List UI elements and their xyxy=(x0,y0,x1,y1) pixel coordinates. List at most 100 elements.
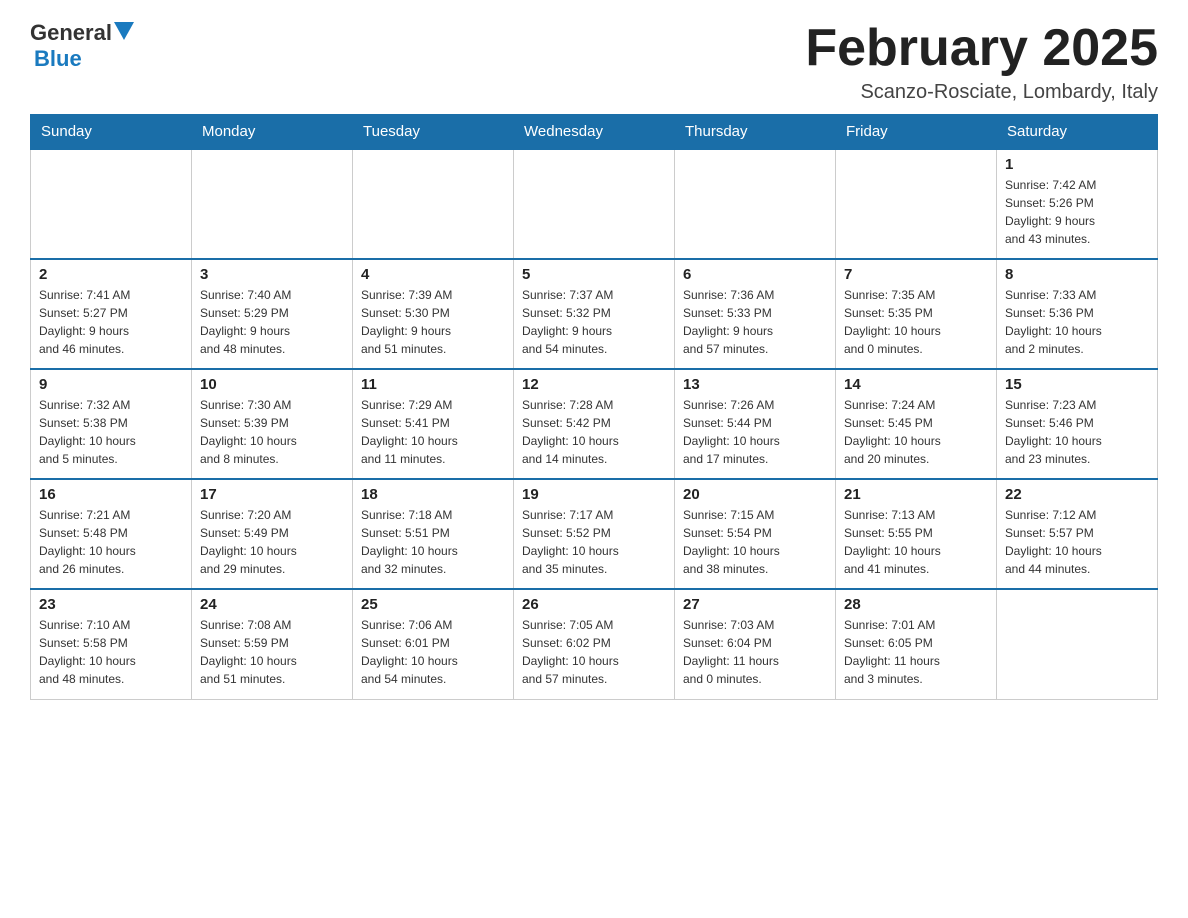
day-number: 27 xyxy=(683,596,827,613)
calendar-day-cell: 17 Sunrise: 7:20 AM Sunset: 5:49 PM Dayli… xyxy=(192,479,353,589)
day-info: Sunrise: 7:20 AM Sunset: 5:49 PM Dayligh… xyxy=(200,506,344,578)
day-info: Sunrise: 7:01 AM Sunset: 6:05 PM Dayligh… xyxy=(844,616,988,688)
logo: General Blue xyxy=(30,20,134,72)
day-number: 7 xyxy=(844,266,988,283)
title-block: February 2025 Scanzo-Rosciate, Lombardy,… xyxy=(805,20,1158,104)
day-number: 13 xyxy=(683,376,827,393)
day-number: 17 xyxy=(200,486,344,503)
day-info: Sunrise: 7:12 AM Sunset: 5:57 PM Dayligh… xyxy=(1005,506,1149,578)
day-number: 22 xyxy=(1005,486,1149,503)
calendar-day-cell: 16Sunrise: 7:21 AM Sunset: 5:48 PM Dayli… xyxy=(31,479,192,589)
calendar-day-cell: 1 Sunrise: 7:42 AM Sunset: 5:26 PM Daylig… xyxy=(997,149,1158,259)
calendar-day-cell: 28 Sunrise: 7:01 AM Sunset: 6:05 PM Dayli… xyxy=(836,589,997,699)
calendar-day-cell: 26 Sunrise: 7:05 AM Sunset: 6:02 PM Dayli… xyxy=(514,589,675,699)
page-header: General Blue February 2025 Scanzo-Roscia… xyxy=(30,20,1158,104)
day-number: 8 xyxy=(1005,266,1149,283)
calendar-day-cell: 21 Sunrise: 7:13 AM Sunset: 5:55 PM Dayli… xyxy=(836,479,997,589)
calendar-day-cell xyxy=(192,149,353,259)
day-info: Sunrise: 7:13 AM Sunset: 5:55 PM Dayligh… xyxy=(844,506,988,578)
calendar-day-cell: 2 Sunrise: 7:41 AM Sunset: 5:27 PM Daylig… xyxy=(31,259,192,369)
day-number: 16 xyxy=(39,486,183,503)
calendar-day-cell: 3Sunrise: 7:40 AM Sunset: 5:29 PM Daylig… xyxy=(192,259,353,369)
calendar-day-cell xyxy=(836,149,997,259)
calendar-day-cell: 9 Sunrise: 7:32 AM Sunset: 5:38 PM Daylig… xyxy=(31,369,192,479)
calendar-weekday-header: Wednesday xyxy=(514,115,675,150)
day-info: Sunrise: 7:37 AM Sunset: 5:32 PM Dayligh… xyxy=(522,286,666,358)
day-number: 28 xyxy=(844,596,988,613)
calendar-week-row: 1 Sunrise: 7:42 AM Sunset: 5:26 PM Daylig… xyxy=(31,149,1158,259)
day-info: Sunrise: 7:05 AM Sunset: 6:02 PM Dayligh… xyxy=(522,616,666,688)
calendar-week-row: 16Sunrise: 7:21 AM Sunset: 5:48 PM Dayli… xyxy=(31,479,1158,589)
day-number: 26 xyxy=(522,596,666,613)
day-info: Sunrise: 7:42 AM Sunset: 5:26 PM Dayligh… xyxy=(1005,176,1149,248)
day-number: 21 xyxy=(844,486,988,503)
day-info: Sunrise: 7:15 AM Sunset: 5:54 PM Dayligh… xyxy=(683,506,827,578)
calendar-day-cell xyxy=(675,149,836,259)
day-info: Sunrise: 7:33 AM Sunset: 5:36 PM Dayligh… xyxy=(1005,286,1149,358)
day-info: Sunrise: 7:17 AM Sunset: 5:52 PM Dayligh… xyxy=(522,506,666,578)
calendar-week-row: 9 Sunrise: 7:32 AM Sunset: 5:38 PM Daylig… xyxy=(31,369,1158,479)
calendar-day-cell: 11 Sunrise: 7:29 AM Sunset: 5:41 PM Dayli… xyxy=(353,369,514,479)
day-info: Sunrise: 7:35 AM Sunset: 5:35 PM Dayligh… xyxy=(844,286,988,358)
calendar-weekday-header: Monday xyxy=(192,115,353,150)
calendar-day-cell: 24 Sunrise: 7:08 AM Sunset: 5:59 PM Dayli… xyxy=(192,589,353,699)
day-info: Sunrise: 7:10 AM Sunset: 5:58 PM Dayligh… xyxy=(39,616,183,688)
day-info: Sunrise: 7:29 AM Sunset: 5:41 PM Dayligh… xyxy=(361,396,505,468)
day-number: 18 xyxy=(361,486,505,503)
day-info: Sunrise: 7:26 AM Sunset: 5:44 PM Dayligh… xyxy=(683,396,827,468)
day-info: Sunrise: 7:08 AM Sunset: 5:59 PM Dayligh… xyxy=(200,616,344,688)
day-info: Sunrise: 7:28 AM Sunset: 5:42 PM Dayligh… xyxy=(522,396,666,468)
day-number: 6 xyxy=(683,266,827,283)
calendar-day-cell xyxy=(31,149,192,259)
calendar-weekday-header: Friday xyxy=(836,115,997,150)
logo-triangle-icon xyxy=(114,22,134,40)
calendar-weekday-header: Thursday xyxy=(675,115,836,150)
day-number: 4 xyxy=(361,266,505,283)
calendar-day-cell: 20 Sunrise: 7:15 AM Sunset: 5:54 PM Dayli… xyxy=(675,479,836,589)
logo-general-text: General xyxy=(30,20,112,46)
calendar-day-cell: 10Sunrise: 7:30 AM Sunset: 5:39 PM Dayli… xyxy=(192,369,353,479)
calendar-weekday-header: Saturday xyxy=(997,115,1158,150)
calendar-table: SundayMondayTuesdayWednesdayThursdayFrid… xyxy=(30,114,1158,700)
calendar-day-cell: 6 Sunrise: 7:36 AM Sunset: 5:33 PM Daylig… xyxy=(675,259,836,369)
day-number: 11 xyxy=(361,376,505,393)
calendar-header-row: SundayMondayTuesdayWednesdayThursdayFrid… xyxy=(31,115,1158,150)
day-info: Sunrise: 7:41 AM Sunset: 5:27 PM Dayligh… xyxy=(39,286,183,358)
day-info: Sunrise: 7:39 AM Sunset: 5:30 PM Dayligh… xyxy=(361,286,505,358)
day-info: Sunrise: 7:23 AM Sunset: 5:46 PM Dayligh… xyxy=(1005,396,1149,468)
calendar-day-cell: 14Sunrise: 7:24 AM Sunset: 5:45 PM Dayli… xyxy=(836,369,997,479)
calendar-weekday-header: Sunday xyxy=(31,115,192,150)
location-subtitle: Scanzo-Rosciate, Lombardy, Italy xyxy=(805,81,1158,104)
calendar-day-cell: 25 Sunrise: 7:06 AM Sunset: 6:01 PM Dayli… xyxy=(353,589,514,699)
day-number: 23 xyxy=(39,596,183,613)
calendar-day-cell: 22 Sunrise: 7:12 AM Sunset: 5:57 PM Dayli… xyxy=(997,479,1158,589)
day-number: 10 xyxy=(200,376,344,393)
day-number: 9 xyxy=(39,376,183,393)
day-number: 25 xyxy=(361,596,505,613)
calendar-day-cell: 19Sunrise: 7:17 AM Sunset: 5:52 PM Dayli… xyxy=(514,479,675,589)
day-info: Sunrise: 7:24 AM Sunset: 5:45 PM Dayligh… xyxy=(844,396,988,468)
day-info: Sunrise: 7:18 AM Sunset: 5:51 PM Dayligh… xyxy=(361,506,505,578)
calendar-day-cell xyxy=(997,589,1158,699)
calendar-day-cell: 27 Sunrise: 7:03 AM Sunset: 6:04 PM Dayli… xyxy=(675,589,836,699)
calendar-day-cell: 4 Sunrise: 7:39 AM Sunset: 5:30 PM Daylig… xyxy=(353,259,514,369)
calendar-weekday-header: Tuesday xyxy=(353,115,514,150)
calendar-day-cell xyxy=(514,149,675,259)
day-number: 1 xyxy=(1005,156,1149,173)
calendar-day-cell: 7 Sunrise: 7:35 AM Sunset: 5:35 PM Daylig… xyxy=(836,259,997,369)
day-number: 3 xyxy=(200,266,344,283)
calendar-week-row: 23 Sunrise: 7:10 AM Sunset: 5:58 PM Dayli… xyxy=(31,589,1158,699)
day-info: Sunrise: 7:03 AM Sunset: 6:04 PM Dayligh… xyxy=(683,616,827,688)
calendar-day-cell: 23 Sunrise: 7:10 AM Sunset: 5:58 PM Dayli… xyxy=(31,589,192,699)
day-number: 5 xyxy=(522,266,666,283)
day-info: Sunrise: 7:36 AM Sunset: 5:33 PM Dayligh… xyxy=(683,286,827,358)
logo-blue-text: Blue xyxy=(34,46,82,72)
calendar-day-cell: 8 Sunrise: 7:33 AM Sunset: 5:36 PM Daylig… xyxy=(997,259,1158,369)
day-number: 2 xyxy=(39,266,183,283)
day-number: 20 xyxy=(683,486,827,503)
calendar-day-cell: 12Sunrise: 7:28 AM Sunset: 5:42 PM Dayli… xyxy=(514,369,675,479)
day-number: 24 xyxy=(200,596,344,613)
calendar-day-cell: 5 Sunrise: 7:37 AM Sunset: 5:32 PM Daylig… xyxy=(514,259,675,369)
day-info: Sunrise: 7:06 AM Sunset: 6:01 PM Dayligh… xyxy=(361,616,505,688)
day-info: Sunrise: 7:32 AM Sunset: 5:38 PM Dayligh… xyxy=(39,396,183,468)
